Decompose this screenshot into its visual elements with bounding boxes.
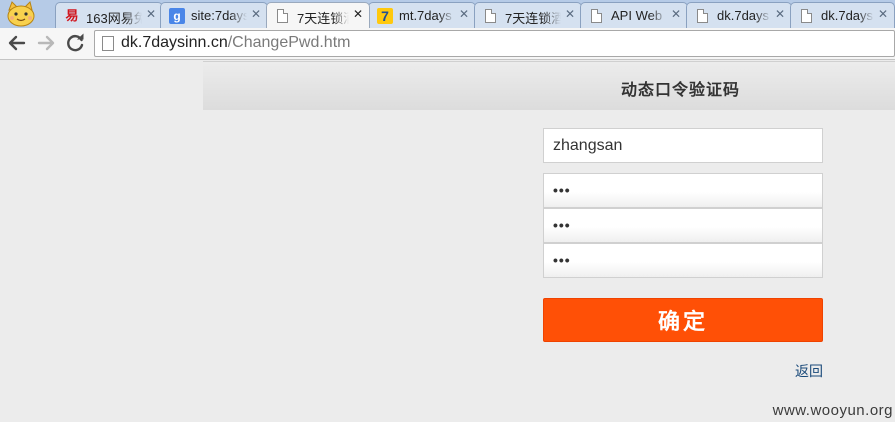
confirm-password-field[interactable]: ••• <box>543 243 823 278</box>
url-path: /ChangePwd.htm <box>227 34 351 51</box>
new-password-field[interactable]: ••• <box>543 208 823 243</box>
document-icon <box>591 9 602 23</box>
tab-mt-7days[interactable]: 7 mt.7days ✕ <box>368 2 476 28</box>
watermark: www.wooyun.org <box>772 402 893 419</box>
url-text[interactable]: dk.7daysinn.cn/ChangePwd.htm <box>121 34 350 52</box>
close-icon[interactable]: ✕ <box>565 7 575 21</box>
tab-163-mail[interactable]: 易 163网易免 ✕ <box>55 2 163 28</box>
close-icon[interactable]: ✕ <box>878 7 888 21</box>
forward-arrow-icon[interactable] <box>34 31 58 55</box>
back-arrow-icon[interactable] <box>5 31 29 55</box>
close-icon[interactable]: ✕ <box>353 7 363 21</box>
tab-google-search[interactable]: g site:7days ✕ <box>160 2 268 28</box>
tab-7days-active[interactable]: 7天连锁酒 ✕ <box>266 2 370 28</box>
username-field[interactable] <box>543 128 823 163</box>
google-icon: g <box>169 8 185 24</box>
document-icon <box>801 9 812 23</box>
document-icon <box>277 9 288 23</box>
address-bar[interactable]: dk.7daysinn.cn/ChangePwd.htm <box>94 30 895 57</box>
tab-title: dk.7days <box>821 8 874 23</box>
seven-days-icon: 7 <box>377 8 393 24</box>
document-icon <box>697 9 708 23</box>
close-icon[interactable]: ✕ <box>775 7 785 21</box>
tab-strip: 易 163网易免 ✕ g site:7days ✕ 7天连锁酒 ✕ 7 mt.7… <box>0 0 895 28</box>
163-icon: 易 <box>65 8 79 23</box>
page-icon <box>102 36 114 51</box>
back-link[interactable]: 返回 <box>795 361 823 381</box>
tab-title: 7天连锁酒 <box>505 11 561 26</box>
close-icon[interactable]: ✕ <box>671 7 681 21</box>
browser-logo-icon <box>7 1 35 27</box>
browser-toolbar: dk.7daysinn.cn/ChangePwd.htm <box>0 28 895 60</box>
tab-dk-7days-2[interactable]: dk.7days ✕ <box>790 2 895 28</box>
tab-title: 163网易免 <box>86 11 142 26</box>
old-password-field[interactable]: ••• <box>543 173 823 208</box>
confirm-button[interactable]: 确定 <box>543 298 823 342</box>
tab-title: API Web <box>611 8 663 23</box>
url-host: dk.7daysinn.cn <box>121 34 228 51</box>
close-icon[interactable]: ✕ <box>459 7 469 21</box>
tab-title: 7天连锁酒 <box>297 11 349 26</box>
page-title: 动态口令验证码 <box>621 80 741 99</box>
tab-api-web[interactable]: API Web ✕ <box>580 2 688 28</box>
header-band: 动态口令验证码 <box>203 61 895 110</box>
tab-title: mt.7days <box>399 8 452 23</box>
reload-icon[interactable] <box>63 31 87 55</box>
document-icon <box>485 9 496 23</box>
tab-title: dk.7days <box>717 8 770 23</box>
tab-dk-7days-1[interactable]: dk.7days ✕ <box>686 2 792 28</box>
tab-7days-2[interactable]: 7天连锁酒 ✕ <box>474 2 582 28</box>
close-icon[interactable]: ✕ <box>251 7 261 21</box>
tab-title: site:7days <box>191 8 247 23</box>
close-icon[interactable]: ✕ <box>146 7 156 21</box>
page-content: 动态口令验证码 ••• ••• ••• 确定 返回 www.wooyun.org <box>0 61 895 422</box>
